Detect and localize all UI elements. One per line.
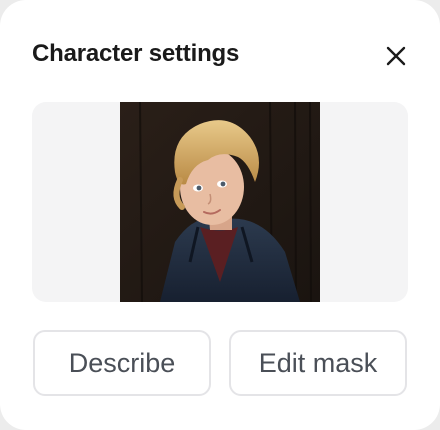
character-settings-dialog: Character settings Describe Edit mask bbox=[0, 0, 440, 430]
dialog-title: Character settings bbox=[32, 40, 240, 67]
describe-button[interactable]: Describe bbox=[33, 330, 211, 396]
edit-mask-button[interactable]: Edit mask bbox=[229, 330, 407, 396]
character-preview bbox=[32, 102, 408, 302]
close-icon bbox=[386, 46, 406, 66]
character-portrait-image bbox=[120, 102, 320, 302]
close-button[interactable] bbox=[380, 40, 412, 72]
